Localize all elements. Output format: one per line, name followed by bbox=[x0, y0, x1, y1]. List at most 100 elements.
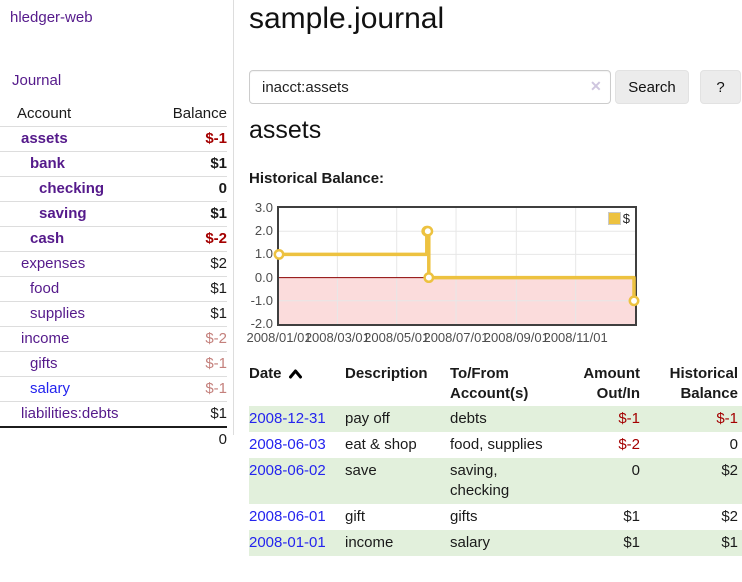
account-row: gifts $-1 bbox=[0, 352, 227, 377]
transaction-date-cell: 2008-01-01 bbox=[249, 530, 345, 556]
chart-y-axis-label: 1.0 bbox=[249, 245, 273, 263]
chart-y-axis-label: -1.0 bbox=[249, 292, 273, 310]
register-header-balance: Historical Balance bbox=[640, 362, 742, 406]
transaction-date-cell: 2008-06-03 bbox=[249, 432, 345, 458]
sort-ascending-icon bbox=[288, 368, 303, 379]
register-table: Date Description To/From Account(s) Amou… bbox=[249, 362, 742, 556]
transaction-accounts: food, supplies bbox=[450, 432, 553, 458]
chart-x-axis-label: 2008/01/01 bbox=[246, 330, 311, 345]
transaction-date-link[interactable]: 2008-01-01 bbox=[249, 534, 326, 551]
account-balance: $-2 bbox=[152, 327, 227, 352]
sidebar: hledger-web Journal Account Balance asse… bbox=[0, 0, 234, 435]
transaction-balance: $-1 bbox=[640, 406, 742, 432]
account-link[interactable]: salary bbox=[30, 380, 70, 397]
account-balance: $-1 bbox=[152, 377, 227, 402]
search-button[interactable]: Search bbox=[615, 70, 689, 104]
register-row: 2008-06-02savesaving, checking0$2 bbox=[249, 458, 742, 504]
help-button[interactable]: ? bbox=[700, 70, 741, 104]
accounts-table-body: assets$-1bank$1checking0saving$1cash$-2e… bbox=[0, 127, 227, 428]
register-header-accounts: To/From Account(s) bbox=[450, 362, 553, 406]
register-header-date-label: Date bbox=[249, 365, 282, 382]
transaction-amount: 0 bbox=[553, 458, 640, 504]
transaction-balance: $2 bbox=[640, 458, 742, 504]
register-header-description: Description bbox=[345, 362, 450, 406]
register-row: 2008-01-01incomesalary$1$1 bbox=[249, 530, 742, 556]
account-link[interactable]: checking bbox=[39, 180, 104, 197]
chart-y-axis-label: 2.0 bbox=[249, 222, 273, 240]
legend-swatch-icon bbox=[608, 212, 621, 225]
account-link[interactable]: saving bbox=[39, 205, 87, 222]
account-link[interactable]: cash bbox=[30, 230, 64, 247]
search-input[interactable] bbox=[249, 70, 611, 104]
account-row: assets $-1 bbox=[0, 127, 227, 152]
accounts-total-row: 0 bbox=[0, 427, 227, 452]
accounts-total-value: 0 bbox=[0, 427, 227, 452]
account-link[interactable]: bank bbox=[30, 155, 65, 172]
transaction-amount: $1 bbox=[553, 504, 640, 530]
transaction-balance: $1 bbox=[640, 530, 742, 556]
register-header-row: Date Description To/From Account(s) Amou… bbox=[249, 362, 742, 406]
account-link[interactable]: supplies bbox=[30, 305, 85, 322]
transaction-date-link[interactable]: 2008-12-31 bbox=[249, 410, 326, 427]
account-link[interactable]: income bbox=[21, 330, 69, 347]
chart-plot: $ bbox=[277, 206, 637, 326]
register-header-date[interactable]: Date bbox=[249, 362, 345, 406]
register-row: 2008-06-01giftgifts$1$2 bbox=[249, 504, 742, 530]
transaction-description: eat & shop bbox=[345, 432, 450, 458]
chart-x-axis-label: 2008/11/01 bbox=[544, 330, 608, 345]
chart-canvas bbox=[279, 208, 635, 324]
account-link[interactable]: food bbox=[30, 280, 59, 297]
account-row: supplies$1 bbox=[0, 302, 227, 327]
account-balance: $1 bbox=[152, 402, 227, 428]
account-row: income $-2 bbox=[0, 327, 227, 352]
account-link[interactable]: gifts bbox=[30, 355, 58, 372]
chart-x-axis-label: 2008/09/01 bbox=[484, 330, 549, 345]
account-balance: $-1 bbox=[152, 127, 227, 152]
transaction-date-cell: 2008-06-02 bbox=[249, 458, 345, 504]
account-link[interactable]: liabilities:debts bbox=[21, 405, 119, 422]
account-balance: $1 bbox=[152, 202, 227, 227]
transaction-amount: $-1 bbox=[553, 406, 640, 432]
search-form: ✕ Search ? bbox=[249, 70, 742, 104]
accounts-header-balance: Balance bbox=[152, 102, 227, 127]
chart-x-axis-label: 2008/07/01 bbox=[423, 330, 488, 345]
account-balance: $2 bbox=[152, 252, 227, 277]
accounts-table: Account Balance assets$-1bank$1checking0… bbox=[0, 102, 227, 452]
sidebar-item-journal[interactable]: Journal bbox=[0, 26, 233, 89]
chart-legend: $ bbox=[607, 211, 631, 226]
transaction-balance: 0 bbox=[640, 432, 742, 458]
account-link[interactable]: expenses bbox=[21, 255, 85, 272]
transaction-description: save bbox=[345, 458, 450, 504]
transaction-description: gift bbox=[345, 504, 450, 530]
chart-y-axis-label: 0.0 bbox=[249, 269, 273, 287]
account-row: liabilities:debts $1 bbox=[0, 402, 227, 428]
account-row: expenses $2 bbox=[0, 252, 227, 277]
transaction-amount: $-2 bbox=[553, 432, 640, 458]
app-title-link[interactable]: hledger-web bbox=[0, 0, 233, 26]
register-row: 2008-12-31pay offdebts$-1$-1 bbox=[249, 406, 742, 432]
transaction-balance: $2 bbox=[640, 504, 742, 530]
chart-title: Historical Balance: bbox=[249, 170, 384, 187]
transaction-description: income bbox=[345, 530, 450, 556]
accounts-header-row: Account Balance bbox=[0, 102, 227, 127]
transaction-date-link[interactable]: 2008-06-01 bbox=[249, 508, 326, 525]
account-link[interactable]: assets bbox=[21, 130, 68, 147]
account-balance: $1 bbox=[152, 277, 227, 302]
transaction-date-link[interactable]: 2008-06-03 bbox=[249, 436, 326, 453]
chart-x-axis-label: 2008/03/01 bbox=[305, 330, 370, 345]
page-title: sample.journal bbox=[249, 2, 444, 36]
register-row: 2008-06-03 eat & shopfood, supplies$-20 bbox=[249, 432, 742, 458]
account-row: bank$1 bbox=[0, 152, 227, 177]
account-balance: $-1 bbox=[152, 352, 227, 377]
account-heading: assets bbox=[249, 116, 321, 145]
account-row: food $1 bbox=[0, 277, 227, 302]
account-row: cash$-2 bbox=[0, 227, 227, 252]
register-header-amount: Amount Out/In bbox=[553, 362, 640, 406]
clear-search-icon[interactable]: ✕ bbox=[590, 78, 602, 95]
transaction-accounts: debts bbox=[450, 406, 553, 432]
account-row: saving $1 bbox=[0, 202, 227, 227]
register-table-body: 2008-12-31pay offdebts$-1$-1 2008-06-03 ea… bbox=[249, 406, 742, 556]
transaction-date-link[interactable]: 2008-06-02 bbox=[249, 462, 326, 479]
balance-chart: $ 3.02.01.00.0-1.0-2.02008/01/012008/03/… bbox=[249, 200, 669, 350]
account-balance: 0 bbox=[152, 177, 227, 202]
